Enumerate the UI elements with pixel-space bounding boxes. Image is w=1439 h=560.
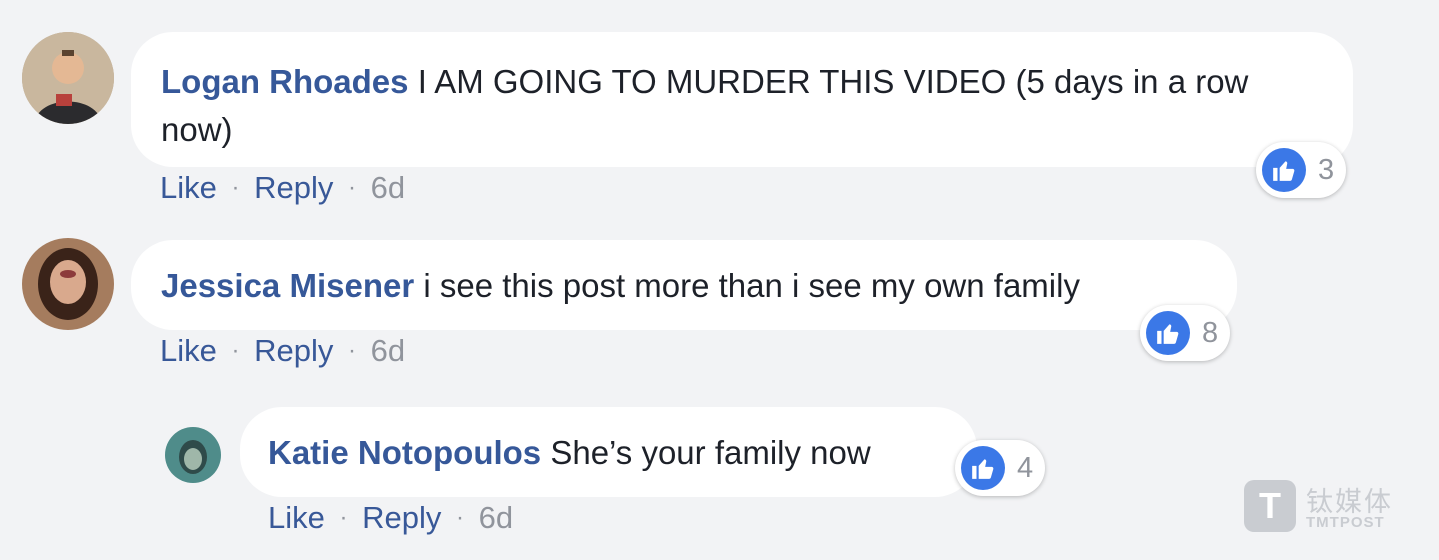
comment-actions: Like · Reply · 6d bbox=[160, 170, 405, 206]
comment-text: She’s your family now bbox=[550, 434, 871, 471]
watermark-english-text: TMTPOST bbox=[1306, 514, 1385, 531]
tmtpost-watermark: T 钛媒体 TMTPOST bbox=[1244, 478, 1394, 536]
avatar[interactable] bbox=[22, 32, 114, 124]
timestamp[interactable]: 6d bbox=[479, 500, 513, 535]
avatar[interactable] bbox=[22, 238, 114, 330]
thumbs-up-icon bbox=[1262, 148, 1306, 192]
reply-link[interactable]: Reply bbox=[362, 500, 441, 535]
like-link[interactable]: Like bbox=[160, 170, 217, 205]
comment-bubble: Katie Notopoulos She’s your family now bbox=[240, 407, 977, 497]
separator: · bbox=[456, 504, 465, 531]
comment-text: i see this post more than i see my own f… bbox=[423, 267, 1080, 304]
avatar[interactable] bbox=[165, 427, 221, 483]
reaction-count: 3 bbox=[1318, 153, 1335, 186]
author-name[interactable]: Logan Rhoades bbox=[161, 63, 409, 100]
timestamp[interactable]: 6d bbox=[371, 170, 405, 205]
like-link[interactable]: Like bbox=[160, 333, 217, 368]
separator: · bbox=[348, 174, 357, 201]
separator: · bbox=[348, 337, 357, 364]
separator: · bbox=[231, 174, 240, 201]
timestamp[interactable]: 6d bbox=[371, 333, 405, 368]
comment-bubble: Jessica Misener i see this post more tha… bbox=[131, 240, 1237, 330]
tmtpost-logo-icon: T bbox=[1244, 480, 1296, 532]
comment-bubble: Logan Rhoades I AM GOING TO MURDER THIS … bbox=[131, 32, 1353, 167]
person-avatar-icon bbox=[22, 32, 114, 124]
reaction-badge[interactable]: 3 bbox=[1256, 142, 1347, 198]
reaction-badge[interactable]: 8 bbox=[1140, 305, 1231, 361]
reaction-count: 8 bbox=[1202, 316, 1219, 349]
comment-actions: Like · Reply · 6d bbox=[160, 333, 405, 369]
person-avatar-icon bbox=[22, 238, 114, 330]
comment-actions: Like · Reply · 6d bbox=[268, 500, 513, 536]
thumbs-up-icon bbox=[961, 446, 1005, 490]
reaction-count: 4 bbox=[1017, 451, 1034, 484]
separator: · bbox=[231, 337, 240, 364]
reply-link[interactable]: Reply bbox=[254, 170, 333, 205]
like-link[interactable]: Like bbox=[268, 500, 325, 535]
reaction-badge[interactable]: 4 bbox=[955, 440, 1046, 496]
thumbs-up-icon bbox=[1146, 311, 1190, 355]
separator: · bbox=[339, 504, 348, 531]
author-name[interactable]: Jessica Misener bbox=[161, 267, 414, 304]
person-avatar-icon bbox=[165, 427, 221, 483]
reply-link[interactable]: Reply bbox=[254, 333, 333, 368]
author-name[interactable]: Katie Notopoulos bbox=[268, 434, 541, 471]
